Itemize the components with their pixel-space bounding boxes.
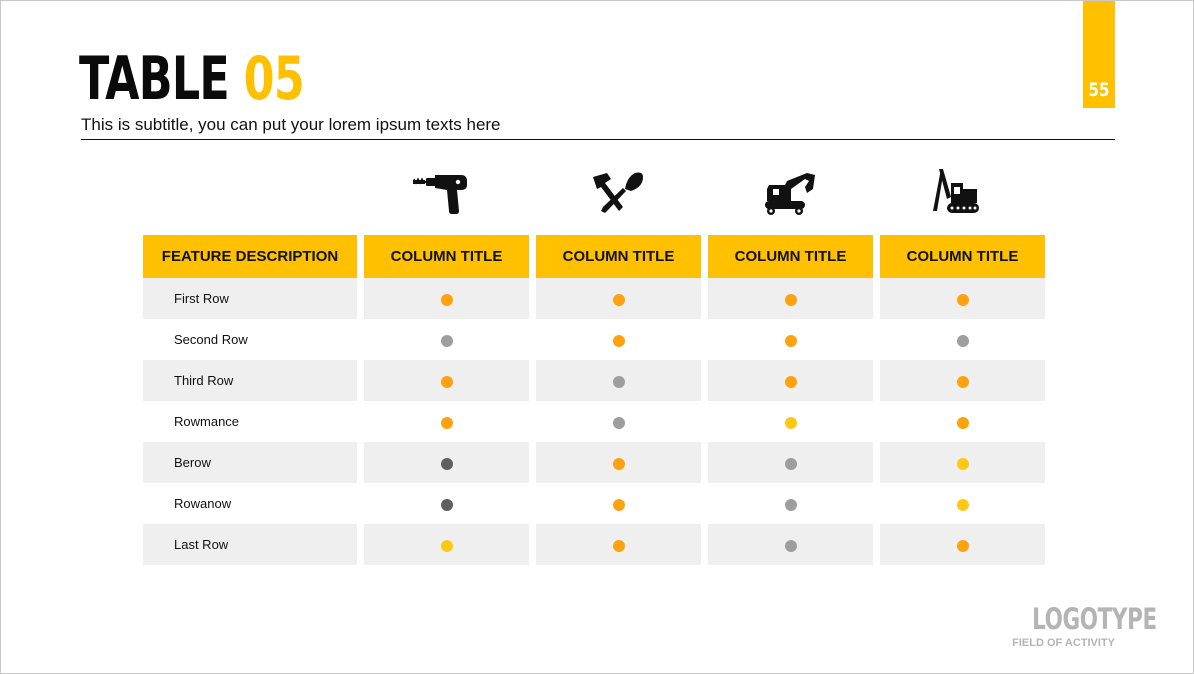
crane-icon — [929, 167, 993, 219]
table-cell — [364, 278, 529, 319]
title-number: 05 — [243, 44, 305, 114]
table-row: Last Row — [143, 524, 1045, 565]
row-label: Second Row — [174, 332, 248, 347]
table-cell — [536, 401, 701, 442]
row-label: Third Row — [143, 360, 357, 401]
table-cell — [708, 278, 873, 319]
table-cell — [880, 483, 1045, 524]
table-cell — [708, 483, 873, 524]
row-label: Rowmance — [174, 414, 240, 429]
status-dot-yellow — [784, 416, 797, 429]
subtitle: This is subtitle, you can put your lorem… — [81, 115, 501, 134]
status-dot-dark — [440, 457, 453, 470]
logotype: LOGOTYPE — [1032, 602, 1157, 636]
logo-tagline: FIELD OF ACTIVITY — [1012, 637, 1115, 649]
status-dot-yellow — [956, 498, 969, 511]
table-body: First Row Second Row Third Row Rowmance Bero… — [143, 278, 1045, 565]
table-row: Rowmance — [143, 401, 1045, 442]
status-dot-gray — [784, 457, 797, 470]
header-column-4: COLUMN TITLE — [880, 235, 1045, 278]
table-row: First Row — [143, 278, 1045, 319]
status-dot-orange — [956, 375, 969, 388]
table-row: Third Row — [143, 360, 1045, 401]
status-dot-orange — [440, 293, 453, 306]
page-number-tab: 55 — [1083, 1, 1115, 108]
table-row: Berow — [143, 442, 1045, 483]
table-cell — [364, 524, 529, 565]
status-dot-gray — [612, 416, 625, 429]
table-cell — [880, 524, 1045, 565]
status-dot-orange — [784, 334, 797, 347]
status-dot-yellow — [440, 539, 453, 552]
table-cell — [536, 442, 701, 483]
page-number: 55 — [1088, 79, 1110, 101]
header-column-3: COLUMN TITLE — [708, 235, 873, 278]
table-cell — [708, 319, 873, 360]
table-cell — [708, 524, 873, 565]
table-header-row: FEATURE DESCRIPTION COLUMN TITLE COLUMN … — [143, 235, 1045, 278]
table-cell — [364, 483, 529, 524]
hammer-trowel-icon — [585, 167, 649, 219]
status-dot-orange — [612, 539, 625, 552]
table-cell — [536, 483, 701, 524]
table-cell — [880, 278, 1045, 319]
status-dot-orange — [440, 416, 453, 429]
status-dot-orange — [956, 539, 969, 552]
slide: TABLE 05 This is subtitle, you can put y… — [0, 0, 1194, 674]
feature-table: FEATURE DESCRIPTION COLUMN TITLE COLUMN … — [136, 235, 1052, 565]
table-cell — [536, 524, 701, 565]
table-cell — [364, 319, 529, 360]
status-dot-yellow — [956, 457, 969, 470]
table-cell — [536, 278, 701, 319]
table-cell — [364, 442, 529, 483]
row-label: Rowanow — [174, 496, 232, 511]
excavator-icon — [757, 167, 821, 219]
page-title: TABLE 05 — [79, 44, 305, 114]
row-label: First Row — [143, 278, 357, 319]
status-dot-orange — [784, 293, 797, 306]
table-cell — [708, 442, 873, 483]
table-cell — [880, 442, 1045, 483]
title-main: TABLE — [79, 44, 244, 114]
row-label: Berow — [143, 442, 357, 483]
status-dot-orange — [612, 334, 625, 347]
table-cell — [364, 401, 529, 442]
status-dot-gray — [440, 334, 453, 347]
table-cell — [708, 401, 873, 442]
status-dot-gray — [956, 334, 969, 347]
header-column-2: COLUMN TITLE — [536, 235, 701, 278]
status-dot-orange — [612, 498, 625, 511]
table-cell — [364, 360, 529, 401]
status-dot-orange — [440, 375, 453, 388]
table-row: Second Row — [143, 319, 1045, 360]
table-cell — [880, 360, 1045, 401]
status-dot-dark — [440, 498, 453, 511]
row-label: Last Row — [143, 524, 357, 565]
header-column-1: COLUMN TITLE — [364, 235, 529, 278]
status-dot-orange — [612, 293, 625, 306]
drill-icon — [411, 167, 475, 219]
logo: LOGOTYPE FIELD OF ACTIVITY — [1003, 602, 1157, 649]
title-divider — [81, 139, 1115, 140]
table-cell — [880, 401, 1045, 442]
table-cell — [536, 360, 701, 401]
table-cell — [536, 319, 701, 360]
header-feature-description: FEATURE DESCRIPTION — [143, 235, 357, 278]
table-cell — [880, 319, 1045, 360]
status-dot-gray — [784, 498, 797, 511]
status-dot-orange — [612, 457, 625, 470]
table-row: Rowanow — [143, 483, 1045, 524]
table-cell — [708, 360, 873, 401]
status-dot-orange — [784, 375, 797, 388]
status-dot-orange — [956, 293, 969, 306]
status-dot-gray — [784, 539, 797, 552]
status-dot-orange — [956, 416, 969, 429]
status-dot-gray — [612, 375, 625, 388]
